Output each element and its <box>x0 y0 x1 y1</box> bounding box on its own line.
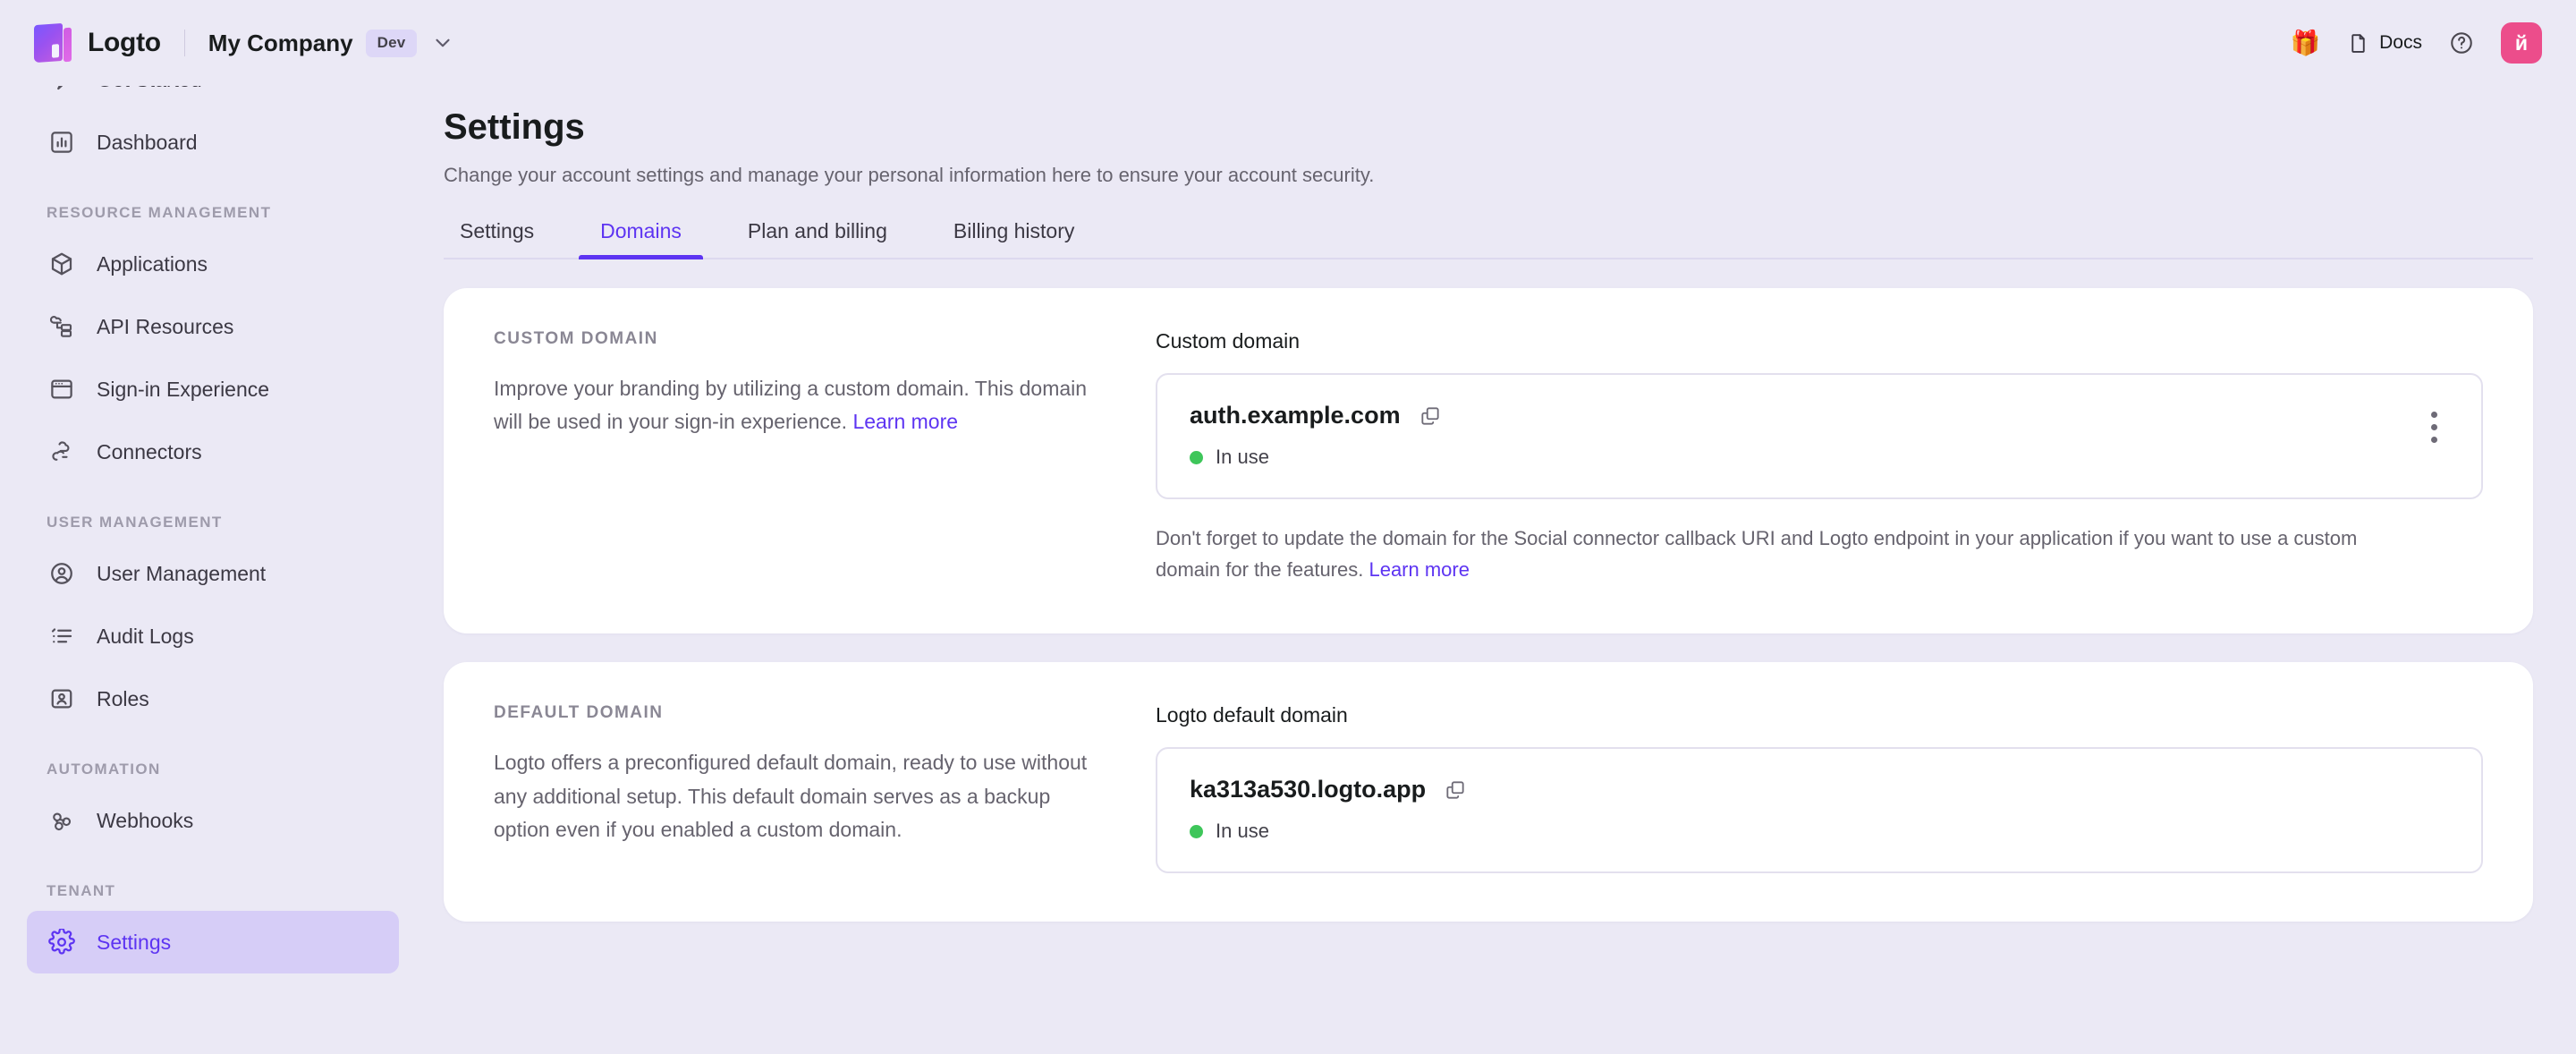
sidebar-item-applications[interactable]: Applications <box>27 233 399 295</box>
gear-icon <box>47 927 77 957</box>
sidebar-item-get-started[interactable]: Get Started <box>27 86 399 111</box>
custom-domain-field-label: Custom domain <box>1156 329 1301 353</box>
sidebar-item-label: Get Started <box>97 86 202 92</box>
sidebar-item-label: API Resources <box>97 314 234 338</box>
sidebar-item-sign-in-experience[interactable]: Sign-in Experience <box>27 358 399 421</box>
page-subtitle: Change your account settings and manage … <box>444 164 1375 186</box>
question-circle-icon[interactable] <box>2449 30 2474 55</box>
id-card-icon <box>47 684 77 714</box>
default-domain-fields: Logto default domain ka313a530.logto.app… <box>1156 703 2483 874</box>
sidebar-item-label: Audit Logs <box>97 624 194 648</box>
custom-domain-eyebrow: CUSTOM DOMAIN <box>494 329 658 348</box>
custom-domain-description: Improve your branding by utilizing a cus… <box>494 372 1102 439</box>
api-icon <box>47 311 77 342</box>
status-badge: In use <box>1216 820 1269 843</box>
kebab-menu-icon[interactable] <box>2419 407 2449 446</box>
copy-icon[interactable] <box>1444 778 1467 802</box>
custom-domain-hint-learn-more-link[interactable]: Learn more <box>1368 558 1470 581</box>
sidebar-item-label: Dashboard <box>97 130 198 154</box>
sidebar-group-title: AUTOMATION <box>47 761 161 778</box>
docs-label: Docs <box>2379 32 2422 53</box>
default-domain-field-label: Logto default domain <box>1156 703 1348 727</box>
sidebar-group-title: USER MANAGEMENT <box>47 514 223 531</box>
sidebar-group-title: TENANT <box>47 882 116 899</box>
sidebar-item-connectors[interactable]: Connectors <box>27 421 399 483</box>
main-content: Settings Change your account settings an… <box>426 86 2576 1054</box>
tab-bar: Settings Domains Plan and billing Billin… <box>444 219 2533 259</box>
custom-domain-details: auth.example.com In use <box>1190 402 2419 469</box>
sidebar: Get Started Dashboard RESOURCE MANAGEMEN… <box>0 86 426 1054</box>
sidebar-item-settings[interactable]: Settings <box>27 911 399 973</box>
sidebar-item-webhooks[interactable]: Webhooks <box>27 789 399 852</box>
list-icon <box>47 621 77 651</box>
default-domain-value-row: ka313a530.logto.app <box>1190 776 2449 803</box>
brand[interactable]: Logto My Company Dev <box>0 22 454 64</box>
brand-divider <box>183 30 185 56</box>
default-domain-details: ka313a530.logto.app In use <box>1190 776 2449 843</box>
gift-icon[interactable]: 🎁 <box>2291 30 2321 55</box>
custom-domain-learn-more-link[interactable]: Learn more <box>852 410 958 433</box>
sidebar-item-label: Applications <box>97 251 208 276</box>
custom-domain-box: auth.example.com In use <box>1156 373 2483 499</box>
document-icon <box>2347 32 2369 55</box>
sidebar-item-label: Webhooks <box>97 808 194 832</box>
page-title: Settings <box>444 107 585 147</box>
docs-link[interactable]: Docs <box>2347 32 2422 55</box>
connectors-icon <box>47 437 77 467</box>
sidebar-item-label: Connectors <box>97 439 202 463</box>
default-domain-box: ka313a530.logto.app In use <box>1156 747 2483 874</box>
sidebar-item-label: Sign-in Experience <box>97 377 270 401</box>
tab-domains[interactable]: Domains <box>579 219 703 259</box>
custom-domain-value-row: auth.example.com <box>1190 402 2419 429</box>
custom-domain-status: In use <box>1190 446 2419 469</box>
default-domain-eyebrow: DEFAULT DOMAIN <box>494 703 664 723</box>
sidebar-item-label: Settings <box>97 930 172 954</box>
sidebar-item-label: Roles <box>97 686 149 710</box>
avatar-initial: й <box>2514 30 2529 55</box>
custom-domain-value: auth.example.com <box>1190 402 1401 429</box>
brand-name: Logto <box>88 28 161 57</box>
default-domain-status: In use <box>1190 820 2449 843</box>
sidebar-group-title: RESOURCE MANAGEMENT <box>47 204 272 221</box>
default-domain-info: DEFAULT DOMAIN Logto offers a preconfigu… <box>494 703 1156 873</box>
sidebar-item-api-resources[interactable]: API Resources <box>27 295 399 358</box>
webhook-icon <box>47 805 77 836</box>
tenant-name: My Company <box>208 29 353 56</box>
status-dot-icon <box>1190 450 1203 464</box>
chevron-down-icon[interactable] <box>431 31 454 55</box>
logto-logo-icon <box>34 22 73 64</box>
status-badge: In use <box>1216 446 1269 468</box>
avatar[interactable]: й <box>2501 22 2542 64</box>
browser-window-icon <box>47 374 77 404</box>
custom-domain-fields: Custom domain auth.example.com In use Do… <box>1156 329 2483 585</box>
sidebar-item-audit-logs[interactable]: Audit Logs <box>27 605 399 667</box>
user-circle-icon <box>47 558 77 589</box>
custom-domain-info: CUSTOM DOMAIN Improve your branding by u… <box>494 329 1156 585</box>
bar-chart-icon <box>47 127 77 157</box>
tab-billing-history[interactable]: Billing history <box>932 219 1097 258</box>
rocket-icon <box>47 86 77 95</box>
default-domain-card: DEFAULT DOMAIN Logto offers a preconfigu… <box>444 662 2533 922</box>
custom-domain-hint: Don't forget to update the domain for th… <box>1156 523 2408 585</box>
copy-icon[interactable] <box>1419 404 1442 428</box>
sidebar-item-roles[interactable]: Roles <box>27 667 399 730</box>
tenant-env-badge: Dev <box>365 29 418 57</box>
status-dot-icon <box>1190 824 1203 838</box>
custom-domain-card: CUSTOM DOMAIN Improve your branding by u… <box>444 288 2533 634</box>
tab-settings[interactable]: Settings <box>438 219 555 258</box>
default-domain-description: Logto offers a preconfigured default dom… <box>494 751 1088 841</box>
custom-domain-hint-text: Don't forget to update the domain for th… <box>1156 527 2358 582</box>
cube-icon <box>47 249 77 279</box>
sidebar-item-dashboard[interactable]: Dashboard <box>27 111 399 174</box>
tab-plan-and-billing[interactable]: Plan and billing <box>726 219 909 258</box>
top-bar: Logto My Company Dev 🎁 Docs й <box>0 0 2576 86</box>
top-bar-actions: 🎁 Docs й <box>2291 22 2576 64</box>
default-domain-value: ka313a530.logto.app <box>1190 776 1427 803</box>
sidebar-item-user-management[interactable]: User Management <box>27 542 399 605</box>
sidebar-item-label: User Management <box>97 561 267 585</box>
custom-domain-description-text: Improve your branding by utilizing a cus… <box>494 377 1088 434</box>
